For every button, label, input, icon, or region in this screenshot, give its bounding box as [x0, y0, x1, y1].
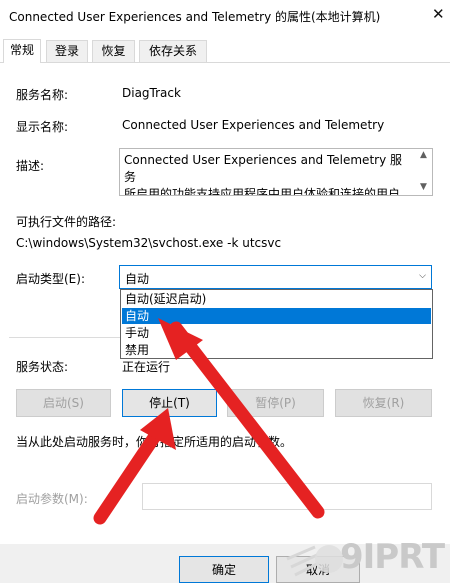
group-divider [9, 337, 120, 338]
resume-button[interactable]: 恢复(R) [335, 389, 432, 417]
watermark-swoosh-icon [286, 545, 343, 577]
option-auto-delayed[interactable]: 自动(延迟启动) [122, 291, 431, 307]
tab-strip: 常规 登录 恢复 依存关系 [0, 39, 450, 63]
startup-type-dropdown: 自动(延迟启动) 自动 手动 禁用 [120, 289, 433, 359]
exe-path-value: C:\windows\System32\svchost.exe -k utcsv… [16, 236, 282, 250]
ok-button[interactable]: 确定 [179, 556, 269, 583]
startup-type-label: 启动类型(E): [16, 272, 85, 286]
start-params-label: 启动参数(M): [16, 492, 88, 506]
scroll-up-icon[interactable]: ▲ [420, 150, 427, 160]
service-status-value: 正在运行 [122, 360, 171, 374]
scroll-down-icon[interactable]: ▼ [420, 182, 427, 192]
service-name-value: DiagTrack [122, 86, 181, 100]
option-disabled[interactable]: 禁用 [122, 342, 431, 358]
stop-button[interactable]: 停止(T) [122, 389, 217, 417]
tab-general[interactable]: 常规 [3, 39, 41, 63]
start-params-hint: 当从此处启动服务时，你可指定所适用的启动参数。 [16, 435, 293, 449]
tab-recovery[interactable]: 恢复 [92, 40, 135, 62]
window-title: Connected User Experiences and Telemetry… [9, 10, 381, 24]
display-name-label: 显示名称: [16, 120, 69, 134]
description-textbox[interactable]: Connected User Experiences and Telemetry… [119, 148, 433, 196]
start-params-input[interactable] [142, 483, 432, 510]
description-scrollbar[interactable]: ▲ ▼ [417, 149, 432, 195]
watermark-text: 9IPRT [340, 537, 445, 577]
exe-path-label: 可执行文件的路径: [16, 215, 117, 229]
watermark-logo: 9IPRT [285, 535, 450, 583]
pause-button[interactable]: 暂停(P) [227, 389, 324, 417]
chevron-down-icon[interactable]: ⌵ [419, 271, 426, 281]
description-line-2: 所启用的功能支持应用程序中用户体验和连接的用户体 [124, 187, 401, 196]
start-button[interactable]: 启动(S) [16, 389, 111, 417]
tab-divider [0, 62, 450, 63]
description-line-1: Connected User Experiences and Telemetry… [124, 153, 402, 184]
option-auto[interactable]: 自动 [122, 308, 431, 324]
tab-logon[interactable]: 登录 [46, 40, 88, 62]
close-icon[interactable]: ✕ [432, 5, 445, 23]
startup-type-select[interactable]: 自动 ⌵ [119, 265, 432, 289]
description-label: 描述: [16, 159, 45, 173]
title-bar: Connected User Experiences and Telemetry… [0, 0, 450, 32]
service-name-label: 服务名称: [16, 88, 69, 102]
display-name-value: Connected User Experiences and Telemetry [122, 118, 385, 132]
tab-dependencies[interactable]: 依存关系 [139, 40, 207, 62]
service-status-label: 服务状态: [16, 360, 69, 374]
startup-type-value: 自动 [125, 272, 150, 286]
option-manual[interactable]: 手动 [122, 325, 431, 341]
